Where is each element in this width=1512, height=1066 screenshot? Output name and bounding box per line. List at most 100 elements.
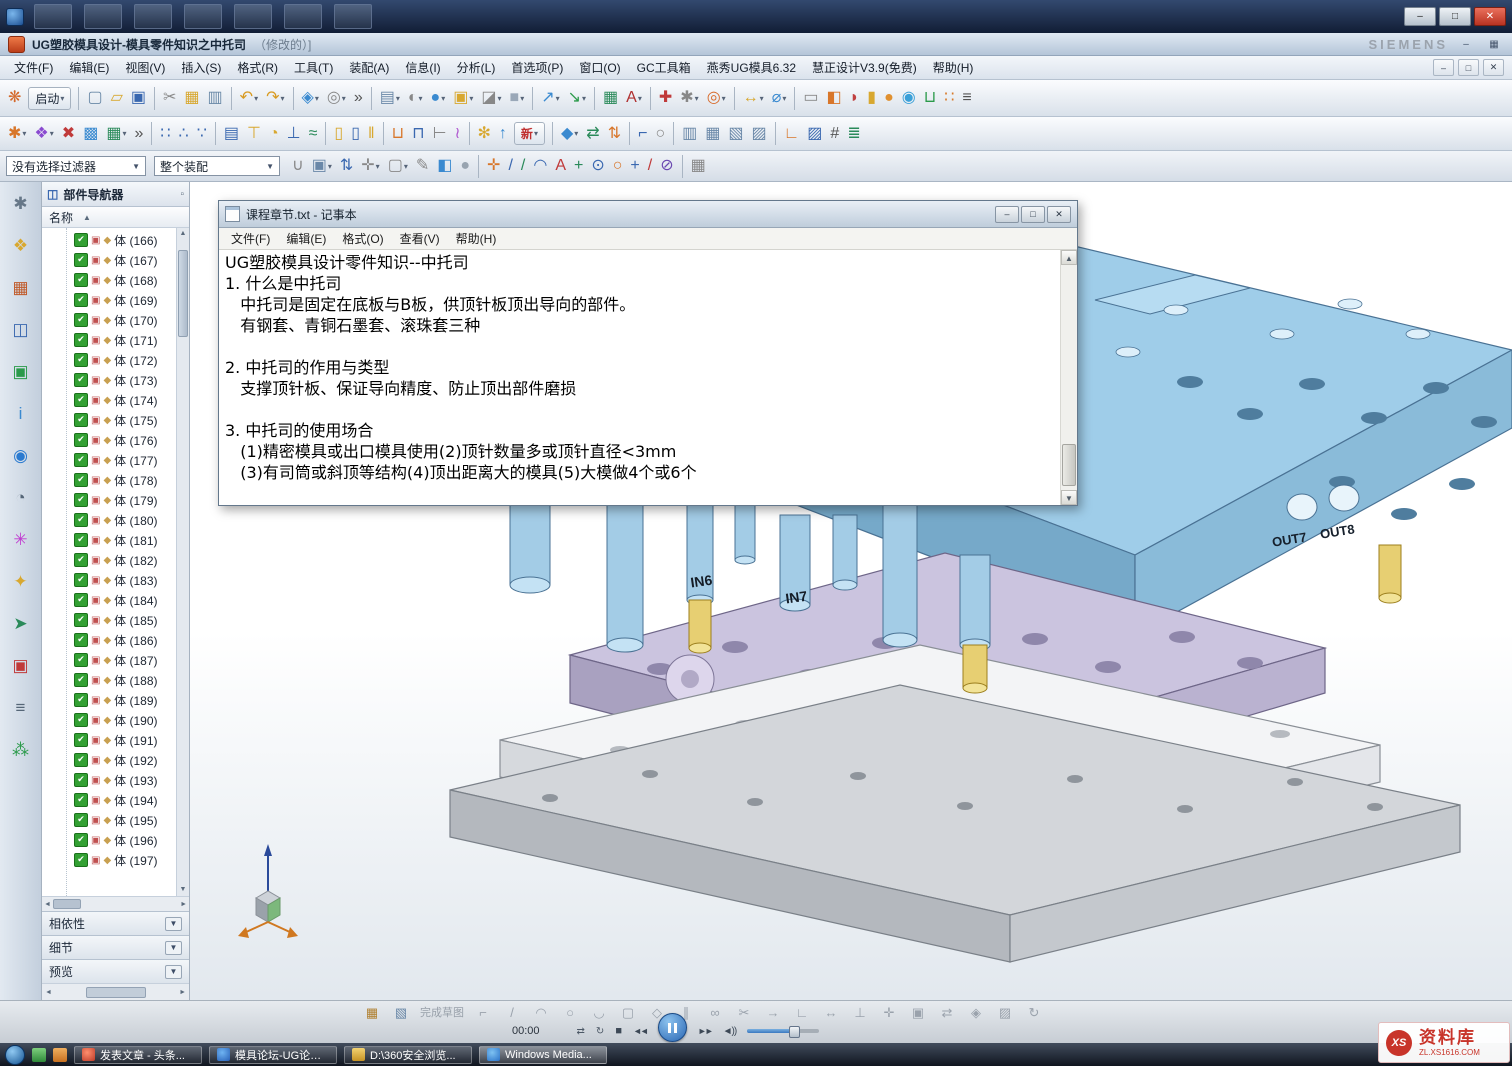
grid-dots-icon[interactable]: ∷ xyxy=(157,121,173,147)
rectangle-icon[interactable]: ▢ xyxy=(618,1003,638,1021)
menu-item[interactable]: 文件(F) xyxy=(6,56,61,79)
snap-bar-icon[interactable]: ✛ xyxy=(879,1003,899,1021)
scroll-up-icon[interactable]: ▲ xyxy=(1061,250,1077,265)
window-preview[interactable] xyxy=(34,4,72,29)
export-icon[interactable]: ↗▾ xyxy=(538,85,562,111)
constraints-icon[interactable]: ⊥ xyxy=(850,1003,870,1021)
dimension-icon[interactable]: ↔▾ xyxy=(740,85,767,111)
slider-unit-icon[interactable]: ⇄ xyxy=(583,121,602,147)
window-preview[interactable] xyxy=(134,4,172,29)
checkbox-checked-icon[interactable]: ✔ xyxy=(74,613,88,627)
start-button[interactable] xyxy=(5,1045,25,1065)
chevron-down-icon[interactable]: ▼ xyxy=(165,917,182,931)
checkbox-checked-icon[interactable]: ✔ xyxy=(74,373,88,387)
snap-arc-icon[interactable]: ◠ xyxy=(530,153,550,179)
notepad-menu-item[interactable]: 格式(O) xyxy=(334,228,391,249)
scrollbar-thumb[interactable] xyxy=(53,899,81,909)
arc-icon[interactable]: ◠ xyxy=(531,1003,551,1021)
checkbox-checked-icon[interactable]: ✔ xyxy=(74,453,88,467)
tree-row[interactable]: ✔▣◆体 (177) xyxy=(74,450,176,470)
tree-row[interactable]: ✔▣◆体 (190) xyxy=(74,710,176,730)
volume-knob[interactable] xyxy=(789,1026,800,1038)
taskbar-item[interactable]: Windows Media... xyxy=(479,1046,607,1064)
maximize-button[interactable]: □ xyxy=(1439,7,1471,26)
support-plate-icon[interactable]: ▯ xyxy=(348,121,363,147)
eject-arrow-icon[interactable]: ↑ xyxy=(496,121,510,147)
inspect-icon[interactable]: ○ xyxy=(652,121,668,147)
menu-item[interactable]: GC工具箱 xyxy=(629,56,699,79)
annotation-icon[interactable]: A▾ xyxy=(623,85,645,111)
checkbox-checked-icon[interactable]: ✔ xyxy=(74,553,88,567)
plate-grid-icon[interactable]: ▨ xyxy=(748,121,769,147)
gate-icon[interactable]: ◔ xyxy=(266,121,282,147)
electrode-grid-icon[interactable]: ▦ xyxy=(702,121,723,147)
chevron-down-icon[interactable]: ▼ xyxy=(165,941,182,955)
new-file-icon[interactable]: ▢ xyxy=(84,85,105,111)
selection-scope-dropdown[interactable]: 整个装配 ▼ xyxy=(154,156,280,176)
checkbox-checked-icon[interactable]: ✔ xyxy=(74,573,88,587)
notepad-vertical-scrollbar[interactable]: ▲ ▼ xyxy=(1060,250,1077,505)
lifter-unit-icon[interactable]: ⇅ xyxy=(605,121,624,147)
circle-icon[interactable]: ○ xyxy=(560,1003,580,1021)
reattach-icon[interactable]: ⇄ xyxy=(937,1003,957,1021)
menu-item[interactable]: 装配(A) xyxy=(341,56,397,79)
scroll-right-icon[interactable]: ► xyxy=(180,901,187,908)
window-preview[interactable] xyxy=(184,4,222,29)
notepad-menu-item[interactable]: 帮助(H) xyxy=(448,228,505,249)
chevron-down-icon[interactable]: ▼ xyxy=(165,965,182,979)
view-orient-icon[interactable]: ◈▾ xyxy=(299,85,322,111)
window-preview[interactable] xyxy=(334,4,372,29)
quick-extend-icon[interactable]: → xyxy=(763,1003,783,1021)
u-slot-icon[interactable]: ⊓ xyxy=(409,121,427,147)
tree-row[interactable]: ✔▣◆体 (172) xyxy=(74,350,176,370)
pattern-feature-icon[interactable]: ∷ xyxy=(941,85,957,111)
ejector-plate-icon[interactable]: ▯ xyxy=(331,121,346,147)
tree-row[interactable]: ✔▣◆体 (187) xyxy=(74,650,176,670)
shaded-cube-icon[interactable]: ◧ xyxy=(434,153,455,179)
electrode-block-icon[interactable]: ▧ xyxy=(725,121,746,147)
part-navigator-icon[interactable]: ◫ xyxy=(7,316,35,343)
tree-row[interactable]: ✔▣◆体 (171) xyxy=(74,330,176,350)
target-icon[interactable]: ◎▾ xyxy=(704,85,729,111)
checkbox-checked-icon[interactable]: ✔ xyxy=(74,513,88,527)
checkbox-checked-icon[interactable]: ✔ xyxy=(74,433,88,447)
taskbar-item[interactable]: 模具论坛-UG论坛... xyxy=(209,1046,337,1064)
revolve-icon[interactable]: ◗ xyxy=(847,85,863,111)
scroll-left-icon[interactable]: ◄ xyxy=(44,901,51,908)
checkbox-checked-icon[interactable]: ✔ xyxy=(74,773,88,787)
inferred-dims-icon[interactable]: ↔ xyxy=(821,1003,841,1021)
utilities-icon[interactable]: ✱▾ xyxy=(677,85,701,111)
checkbox-checked-icon[interactable]: ✔ xyxy=(74,833,88,847)
child-restore-button[interactable]: □ xyxy=(1458,59,1479,76)
checkbox-checked-icon[interactable]: ✔ xyxy=(74,593,88,607)
updown-icon[interactable]: ⇅ xyxy=(337,153,356,179)
quick-trim-icon[interactable]: ✂ xyxy=(734,1003,754,1021)
snap-circle-icon[interactable]: ○ xyxy=(610,153,626,179)
checkbox-checked-icon[interactable]: ✔ xyxy=(74,393,88,407)
new-component-button[interactable]: 新▾ xyxy=(514,122,545,145)
gateway-icon[interactable]: ❋ xyxy=(5,85,24,111)
snap-midpoint-icon[interactable]: / xyxy=(518,153,528,179)
play-pause-button[interactable] xyxy=(658,1013,687,1042)
close-button[interactable]: ✕ xyxy=(1474,7,1506,26)
checkbox-checked-icon[interactable]: ✔ xyxy=(74,693,88,707)
type-filter-dropdown[interactable]: 没有选择过滤器 ▼ xyxy=(6,156,146,176)
menu-item[interactable]: 编辑(E) xyxy=(61,56,117,79)
scroll-down-icon[interactable]: ▼ xyxy=(1061,490,1077,505)
checkbox-checked-icon[interactable]: ✔ xyxy=(74,253,88,267)
next-button[interactable]: ►► xyxy=(698,1026,712,1036)
mirror-curve-icon[interactable]: ∞ xyxy=(705,1003,725,1021)
menu-item[interactable]: 工具(T) xyxy=(286,56,341,79)
pattern2-icon[interactable]: ▦▾ xyxy=(103,121,129,147)
show-hide-icon[interactable]: ◪▾ xyxy=(478,85,504,111)
navigator-vertical-scrollbar[interactable]: ▲ ▼ xyxy=(176,228,189,896)
gear-icon[interactable]: ✻ xyxy=(475,121,494,147)
tree-row[interactable]: ✔▣◆体 (168) xyxy=(74,270,176,290)
menu-item[interactable]: 燕秀UG模具6.32 xyxy=(699,56,804,79)
navigator-mini-hscrollbar[interactable]: ◄ ► xyxy=(42,896,189,911)
cut-icon[interactable]: ✂ xyxy=(160,85,179,111)
undock-panel-icon[interactable]: ▫ xyxy=(180,189,184,200)
checkbox-checked-icon[interactable]: ✔ xyxy=(74,353,88,367)
tree-row[interactable]: ✔▣◆体 (180) xyxy=(74,510,176,530)
coil-icon[interactable]: ≀ xyxy=(452,121,464,147)
